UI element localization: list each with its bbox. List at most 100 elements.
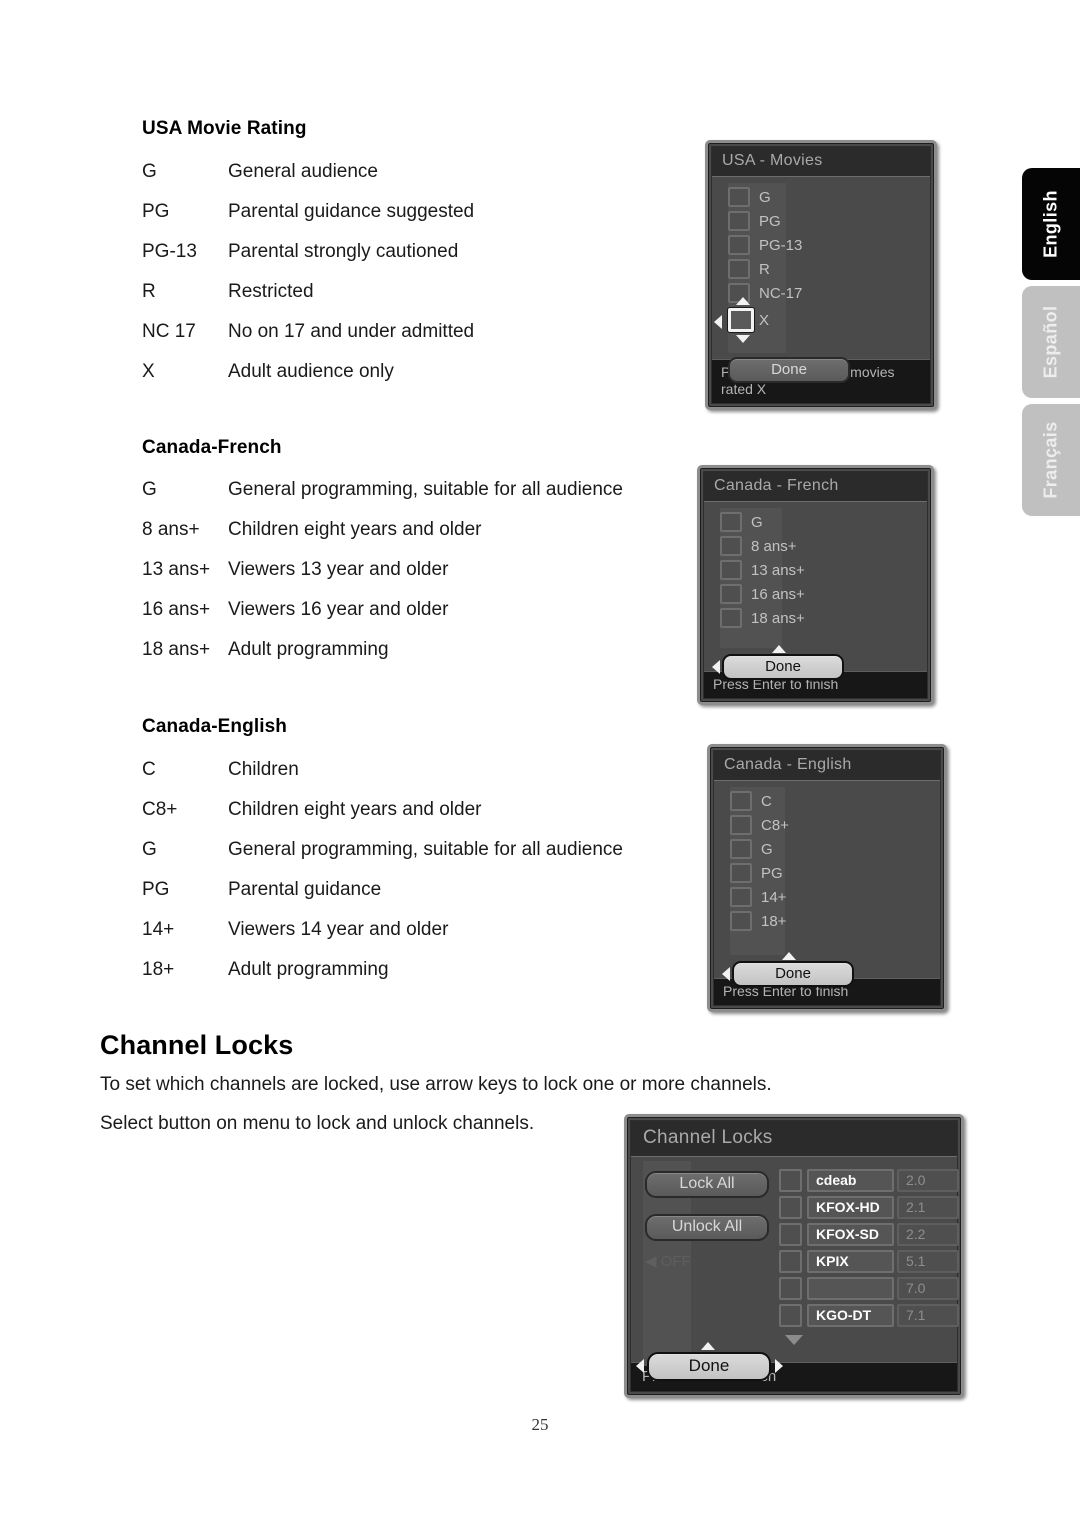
- rating-row: G General audience: [142, 152, 702, 192]
- rating-code: X: [142, 361, 155, 382]
- page-number: 25: [531, 1415, 549, 1434]
- channel-row[interactable]: KFOX-HD 2.1: [779, 1196, 959, 1219]
- osd-checkbox-row[interactable]: G: [704, 510, 927, 534]
- checkbox-pg13[interactable]: [728, 235, 750, 255]
- rating-desc: Parental guidance suggested: [228, 201, 475, 222]
- osd-checkbox-row[interactable]: 16 ans+: [704, 582, 927, 606]
- rating-desc: Adult audience only: [228, 361, 394, 382]
- channel-number: 2.1: [897, 1196, 959, 1219]
- checkbox-c[interactable]: [730, 791, 752, 811]
- done-button-canada-english[interactable]: Done: [732, 961, 854, 987]
- rating-code: G: [142, 839, 157, 860]
- rating-row: 18 ans+ Adult programming: [142, 630, 702, 670]
- osd-checkbox-row[interactable]: PG: [714, 861, 940, 885]
- lock-all-button[interactable]: Lock All: [645, 1171, 769, 1198]
- scroll-down-arrow-icon[interactable]: [785, 1335, 803, 1345]
- channel-lock-checkbox[interactable]: [779, 1169, 802, 1192]
- heading-channel-locks: Channel Locks: [100, 1030, 294, 1060]
- rating-code: PG: [142, 879, 170, 900]
- checkbox-18ans[interactable]: [720, 608, 742, 628]
- osd-checkbox-row[interactable]: C8+: [714, 813, 940, 837]
- rating-desc: No on 17 and under admitted: [228, 321, 475, 342]
- language-tab-espanol[interactable]: Español: [1022, 286, 1080, 398]
- checkbox-g[interactable]: [730, 839, 752, 859]
- cursor-up-arrow-icon: [736, 297, 750, 305]
- osd-checkbox-row[interactable]: 8 ans+: [704, 534, 927, 558]
- rating-row: 14+ Viewers 14 year and older: [142, 910, 702, 950]
- rating-desc: Restricted: [228, 281, 314, 302]
- checkbox-label: C8+: [761, 816, 789, 834]
- rating-desc: Parental guidance: [228, 879, 382, 900]
- channel-name: cdeab: [807, 1169, 894, 1192]
- checkbox-g[interactable]: [720, 512, 742, 532]
- channel-row[interactable]: KPIX 5.1: [779, 1250, 959, 1273]
- osd-panel-canada-french: Canada - French G 8 ans+ 13 ans+ 16 ans+…: [697, 465, 934, 705]
- osd-checkbox-row[interactable]: C: [714, 789, 940, 813]
- osd-checkbox-row[interactable]: G: [714, 837, 940, 861]
- cursor-left-arrow-icon: [636, 1359, 644, 1373]
- osd-checkbox-row[interactable]: G: [712, 185, 930, 209]
- osd-title-canada-english: Canada - English: [714, 751, 940, 781]
- checkbox-c8[interactable]: [730, 815, 752, 835]
- osd-checkbox-row[interactable]: R: [712, 257, 930, 281]
- checkbox-label: G: [761, 840, 773, 858]
- checkbox-14plus[interactable]: [730, 887, 752, 907]
- osd-checkbox-row[interactable]: 13 ans+: [704, 558, 927, 582]
- checkbox-g[interactable]: [728, 187, 750, 207]
- channel-lock-checkbox[interactable]: [779, 1196, 802, 1219]
- channel-row[interactable]: KGO-DT 7.1: [779, 1304, 959, 1327]
- checkbox-pg[interactable]: [730, 863, 752, 883]
- channel-lock-checkbox[interactable]: [779, 1304, 802, 1327]
- channel-row[interactable]: 7.0: [779, 1277, 959, 1300]
- rating-code: 18+: [142, 959, 175, 980]
- cursor-right-arrow-icon: [775, 1359, 783, 1373]
- checkbox-label: G: [751, 513, 763, 531]
- rating-desc: Children: [228, 759, 299, 780]
- checkbox-x[interactable]: [728, 308, 754, 332]
- osd-panel-canada-english: Canada - English C C8+ G PG 14+ 18+ Done…: [707, 744, 947, 1012]
- heading-canada-french: Canada-French: [142, 437, 282, 458]
- channel-lock-checkbox[interactable]: [779, 1277, 802, 1300]
- cursor-left-arrow-icon: [714, 315, 722, 329]
- checkbox-18plus[interactable]: [730, 911, 752, 931]
- checkbox-label: R: [759, 260, 770, 278]
- osd-checkbox-row[interactable]: PG: [712, 209, 930, 233]
- osd-checkbox-row[interactable]: PG-13: [712, 233, 930, 257]
- rating-row: 16 ans+ Viewers 16 year and older: [142, 590, 702, 630]
- checkbox-pg[interactable]: [728, 211, 750, 231]
- rating-code: 16 ans+: [142, 599, 211, 620]
- osd-checkbox-row[interactable]: 14+: [714, 885, 940, 909]
- done-button-usa-movies[interactable]: Done: [728, 357, 850, 383]
- rating-desc: Viewers 13 year and older: [228, 559, 449, 580]
- osd-title-usa-movies: USA - Movies: [712, 147, 930, 177]
- channel-row[interactable]: KFOX-SD 2.2: [779, 1223, 959, 1246]
- list-canada-english: C Children C8+ Children eight years and …: [142, 750, 702, 990]
- channel-row[interactable]: cdeab 2.0: [779, 1169, 959, 1192]
- rating-desc: Parental strongly cautioned: [228, 241, 459, 262]
- channel-name: KGO-DT: [807, 1304, 894, 1327]
- channel-lock-checkbox[interactable]: [779, 1250, 802, 1273]
- rating-code: 14+: [142, 919, 175, 940]
- rating-desc: Adult programming: [228, 959, 389, 980]
- done-button-canada-french[interactable]: Done: [722, 654, 844, 680]
- checkbox-13ans[interactable]: [720, 560, 742, 580]
- osd-panel-usa-movies: USA - Movies G PG PG-13 R NC-17 X Done m…: [705, 140, 937, 410]
- channel-number: 5.1: [897, 1250, 959, 1273]
- rating-row: 18+ Adult programming: [142, 950, 702, 990]
- rating-code: C: [142, 759, 156, 780]
- done-button-channel-locks[interactable]: Done: [647, 1352, 771, 1381]
- checkbox-8ans[interactable]: [720, 536, 742, 556]
- language-tab-english[interactable]: English: [1022, 168, 1080, 280]
- rating-desc: General programming, suitable for all au…: [228, 839, 623, 860]
- language-tab-francais[interactable]: Français: [1022, 404, 1080, 516]
- channel-lock-checkbox[interactable]: [779, 1223, 802, 1246]
- osd-checkbox-row[interactable]: 18 ans+: [704, 606, 927, 630]
- checkbox-16ans[interactable]: [720, 584, 742, 604]
- checkbox-r[interactable]: [728, 259, 750, 279]
- unlock-all-button[interactable]: Unlock All: [645, 1214, 769, 1241]
- osd-title-channel-locks: Channel Locks: [631, 1121, 957, 1157]
- rating-row: PG Parental guidance suggested: [142, 192, 702, 232]
- osd-checkbox-row-focused[interactable]: X: [712, 297, 930, 343]
- osd-checkbox-row[interactable]: 18+: [714, 909, 940, 933]
- rating-desc: Viewers 14 year and older: [228, 919, 449, 940]
